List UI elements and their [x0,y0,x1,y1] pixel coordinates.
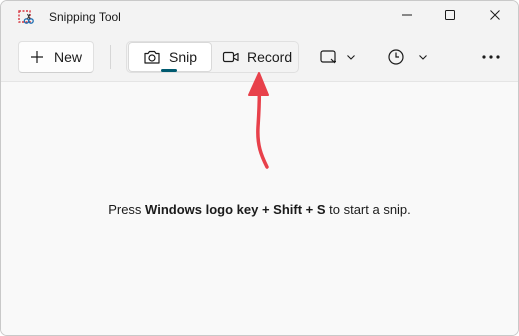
minimize-button[interactable] [384,1,430,33]
minimize-icon [401,8,413,26]
snip-shortcut-hint: Press Windows logo key + Shift + S to st… [1,202,518,217]
red-arrow-icon [248,72,269,169]
clock-icon [387,48,405,66]
new-button-label: New [54,49,83,65]
more-options-icon [482,55,500,59]
video-camera-icon [222,50,240,64]
chevron-down-icon [418,53,428,61]
plus-icon [30,50,44,64]
maximize-icon [444,8,456,26]
snip-mode-button[interactable]: Snip [128,42,212,72]
delay-dropdown[interactable] [387,41,431,73]
new-button[interactable]: New [18,41,94,73]
camera-icon [143,49,161,65]
selected-mode-indicator [161,69,177,72]
hint-suffix: to start a snip. [325,202,411,217]
rectangle-snip-icon [319,49,337,65]
more-options-button[interactable] [473,41,509,73]
hint-keys: Windows logo key + Shift + S [145,202,326,217]
chevron-down-icon [346,53,356,61]
snipping-tool-window: Snipping Tool New Snip Record Press Wind… [0,0,519,336]
snip-shape-dropdown[interactable] [319,41,363,73]
close-button[interactable] [472,1,518,33]
window-title: Snipping Tool [49,10,121,24]
snip-mode-label: Snip [169,49,198,65]
maximize-button[interactable] [427,1,473,33]
hint-prefix: Press [108,202,146,217]
title-bar[interactable]: Snipping Tool [1,1,518,33]
toolbar-divider [110,45,111,69]
close-icon [489,8,501,26]
snipping-tool-app-icon [17,9,35,27]
